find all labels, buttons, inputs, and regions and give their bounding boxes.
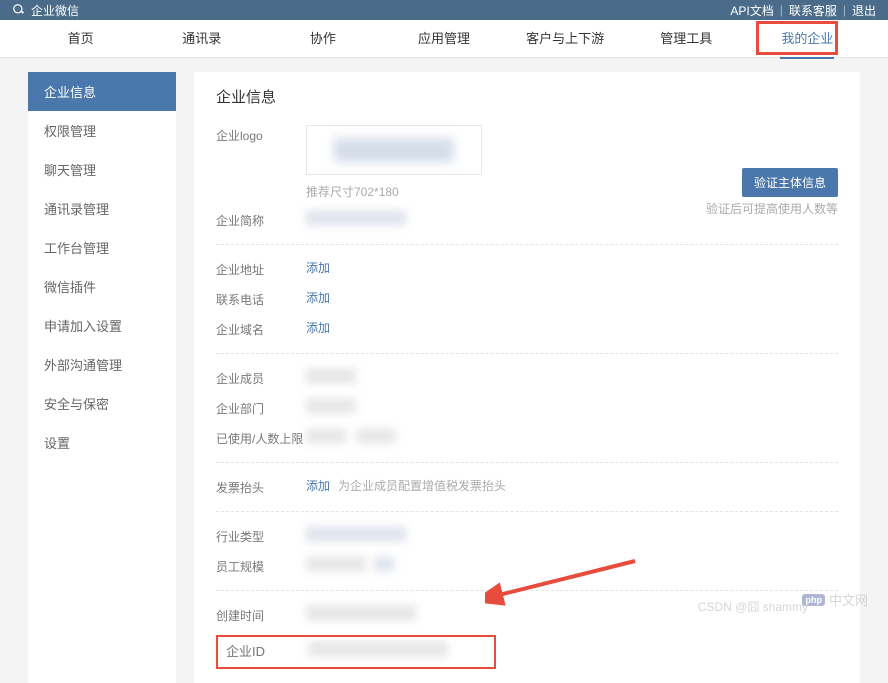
row-usage: 已使用/人数上限	[216, 428, 838, 450]
divider	[216, 353, 838, 354]
watermark-php: php 中文网	[802, 590, 868, 609]
sidebar-item-security[interactable]: 安全与保密	[28, 384, 176, 423]
label-phone: 联系电话	[216, 289, 306, 311]
sidebar-item-wechat-plugin[interactable]: 微信插件	[28, 267, 176, 306]
value-depts	[306, 398, 356, 414]
value-industry	[306, 526, 406, 542]
verify-button[interactable]: 验证主体信息	[742, 168, 838, 197]
label-corpid: 企业ID	[226, 641, 308, 663]
sidebar-item-company-info[interactable]: 企业信息	[28, 72, 176, 111]
row-members: 企业成员	[216, 368, 838, 390]
value-scale2	[374, 556, 394, 572]
divider	[216, 590, 838, 591]
blurred-logo	[334, 138, 454, 162]
sidebar-item-settings[interactable]: 设置	[28, 423, 176, 462]
page-title: 企业信息	[216, 86, 838, 107]
divider	[216, 462, 838, 463]
sidebar-item-external[interactable]: 外部沟通管理	[28, 345, 176, 384]
nav-customers[interactable]: 客户与上下游	[505, 20, 626, 58]
value-usage-limit	[356, 428, 396, 444]
watermark-csdn: CSDN @囧 shammy	[698, 598, 808, 615]
label-scale: 员工规模	[216, 556, 306, 578]
sidebar-item-chat[interactable]: 聊天管理	[28, 150, 176, 189]
annotation-corpid-box: 企业ID	[216, 635, 496, 669]
sidebar-item-workbench[interactable]: 工作台管理	[28, 228, 176, 267]
divider	[216, 511, 838, 512]
row-address: 企业地址 添加	[216, 259, 838, 281]
label-industry: 行业类型	[216, 526, 306, 548]
container: 企业信息 权限管理 聊天管理 通讯录管理 工作台管理 微信插件 申请加入设置 外…	[0, 58, 888, 683]
add-address-link[interactable]: 添加	[306, 259, 330, 276]
label-address: 企业地址	[216, 259, 306, 281]
label-shortname: 企业简称	[216, 210, 306, 232]
row-industry: 行业类型	[216, 526, 838, 548]
value-members	[306, 368, 356, 384]
sidebar-item-permissions[interactable]: 权限管理	[28, 111, 176, 150]
label-depts: 企业部门	[216, 398, 306, 420]
row-phone: 联系电话 添加	[216, 289, 838, 311]
brand-text: 企业微信	[31, 2, 79, 19]
api-docs-link[interactable]: API文档	[730, 2, 773, 19]
logout-link[interactable]: 退出	[852, 2, 876, 19]
divider	[216, 244, 838, 245]
main-nav: 首页 通讯录 协作 应用管理 客户与上下游 管理工具 我的企业	[0, 20, 888, 58]
wecom-logo-icon	[12, 3, 26, 17]
sidebar-item-contacts[interactable]: 通讯录管理	[28, 189, 176, 228]
verify-hint: 验证后可提高使用人数等	[706, 200, 838, 217]
value-scale	[306, 556, 366, 572]
label-domain: 企业域名	[216, 319, 306, 341]
row-invoice: 发票抬头 添加 为企业成员配置增值税发票抬头	[216, 477, 838, 499]
nav-home[interactable]: 首页	[20, 20, 141, 58]
value-shortname	[306, 210, 406, 226]
value-usage-used	[306, 428, 346, 444]
nav-tools[interactable]: 管理工具	[626, 20, 747, 58]
brand: 企业微信	[12, 2, 79, 19]
add-phone-link[interactable]: 添加	[306, 289, 330, 306]
invoice-hint: 为企业成员配置增值税发票抬头	[338, 477, 506, 494]
label-usage: 已使用/人数上限	[216, 428, 306, 450]
label-invoice: 发票抬头	[216, 477, 306, 499]
nav-apps[interactable]: 应用管理	[383, 20, 504, 58]
logo-preview[interactable]	[306, 125, 482, 175]
nav-collab[interactable]: 协作	[262, 20, 383, 58]
value-corpid	[308, 641, 448, 657]
add-invoice-link[interactable]: 添加	[306, 477, 330, 494]
content-panel: 企业信息 企业logo 推荐尺寸702*180 验证主体信息 验证后可提高使用人…	[194, 72, 860, 683]
row-domain: 企业域名 添加	[216, 319, 838, 341]
label-logo: 企业logo	[216, 125, 306, 147]
topbar-links: API文档 | 联系客服 | 退出	[730, 2, 876, 19]
sidebar: 企业信息 权限管理 聊天管理 通讯录管理 工作台管理 微信插件 申请加入设置 外…	[28, 72, 176, 683]
nav-contacts[interactable]: 通讯录	[141, 20, 262, 58]
topbar: 企业微信 API文档 | 联系客服 | 退出	[0, 0, 888, 20]
nav-my-company[interactable]: 我的企业	[747, 20, 868, 58]
row-scale: 员工规模	[216, 556, 838, 578]
support-link[interactable]: 联系客服	[789, 2, 837, 19]
label-members: 企业成员	[216, 368, 306, 390]
sidebar-item-join-settings[interactable]: 申请加入设置	[28, 306, 176, 345]
add-domain-link[interactable]: 添加	[306, 319, 330, 336]
row-depts: 企业部门	[216, 398, 838, 420]
label-created: 创建时间	[216, 605, 306, 627]
